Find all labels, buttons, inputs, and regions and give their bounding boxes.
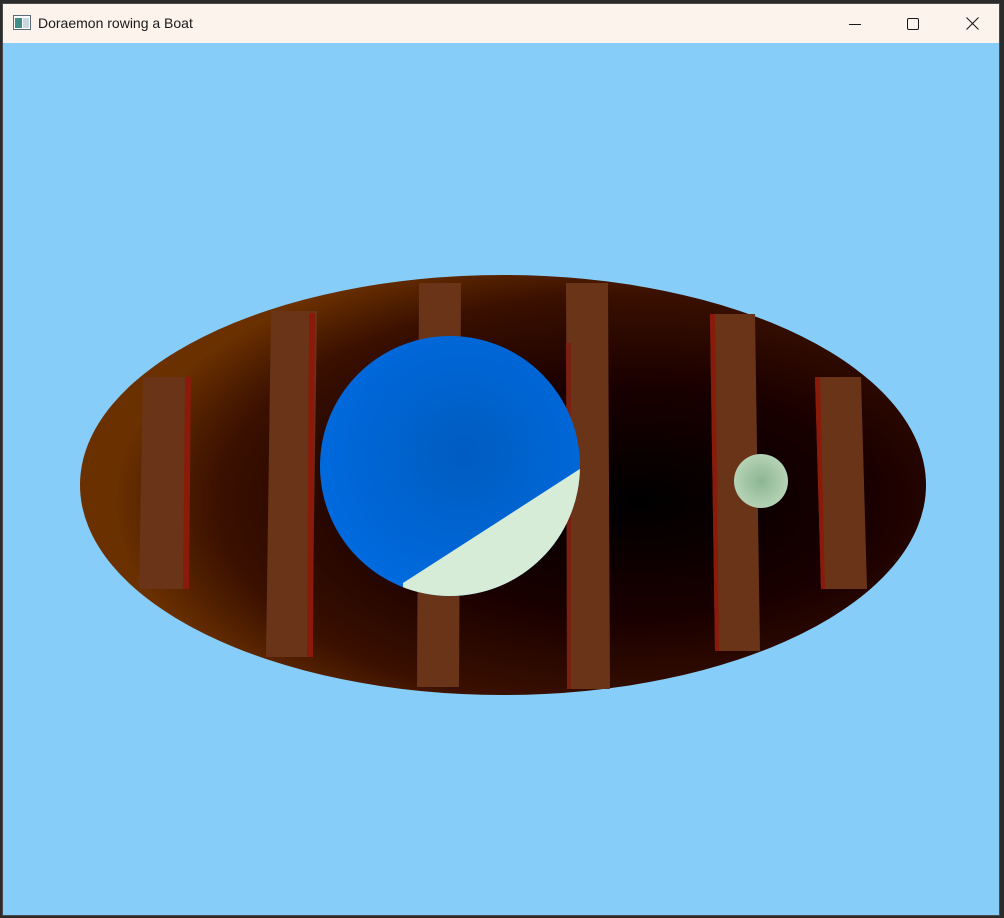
- plank-2: [266, 311, 317, 657]
- title-bar[interactable]: Doraemon rowing a Boat: [3, 4, 999, 43]
- close-button[interactable]: [943, 4, 999, 43]
- window-title: Doraemon rowing a Boat: [38, 15, 193, 31]
- app-window-icon: [13, 15, 31, 30]
- opengl-canvas: [3, 43, 999, 915]
- small-ball: [734, 454, 788, 508]
- close-icon: [965, 17, 979, 30]
- maximize-button[interactable]: [884, 4, 942, 43]
- plank-6: [815, 377, 867, 589]
- minimize-icon: [849, 23, 861, 25]
- maximize-icon: [907, 17, 919, 30]
- plank-1: [139, 377, 191, 589]
- app-window: Doraemon rowing a Boat: [2, 3, 1000, 916]
- minimize-button[interactable]: [826, 4, 884, 43]
